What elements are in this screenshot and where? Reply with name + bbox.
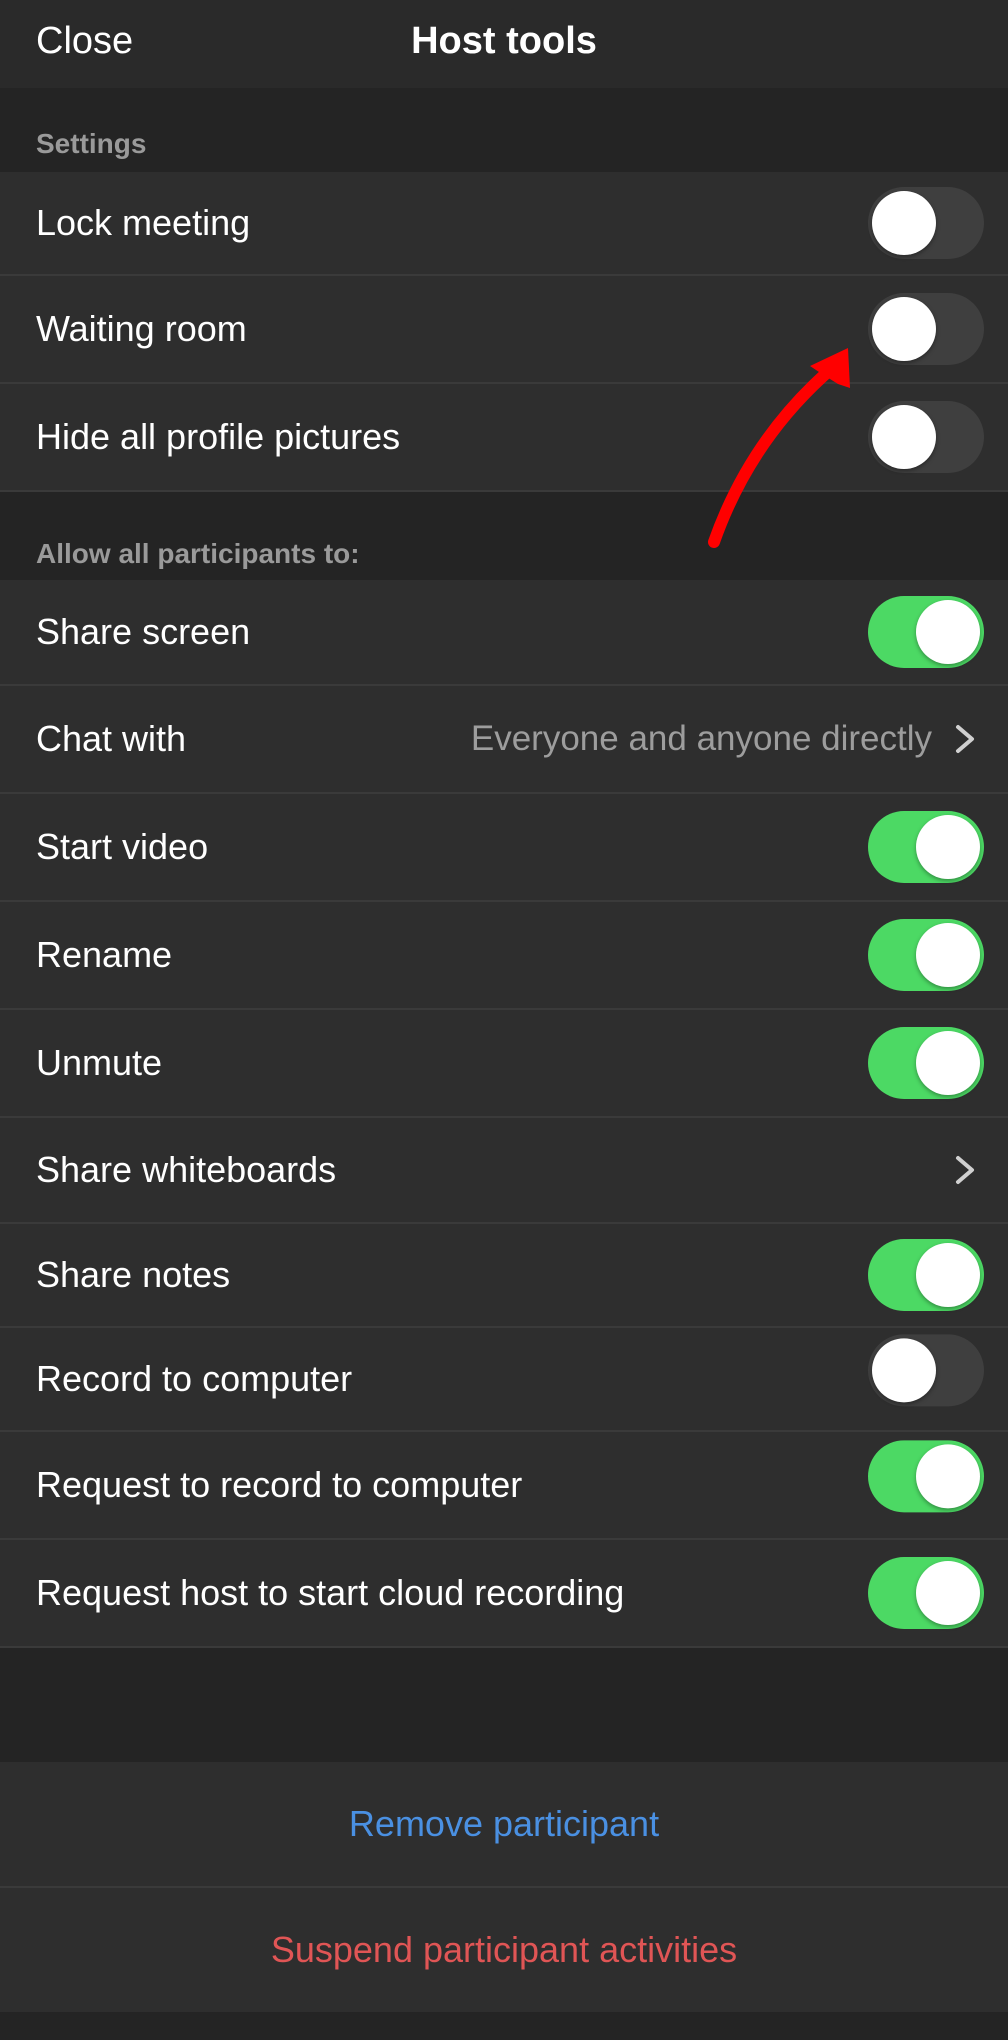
toggle-knob (916, 1031, 980, 1095)
request-cloud-recording-label: Request host to start cloud recording (36, 1572, 625, 1613)
start-video-toggle[interactable] (868, 811, 984, 883)
share-notes-toggle[interactable] (868, 1239, 984, 1311)
waiting-room-label: Waiting room (36, 308, 247, 349)
toggle-knob (872, 405, 936, 469)
toggle-knob (916, 1243, 980, 1307)
toggle-knob (916, 1561, 980, 1625)
row-chat-with[interactable]: Chat with Everyone and anyone directly (0, 686, 1008, 794)
chevron-right-icon (956, 1156, 974, 1184)
toggle-knob (916, 1444, 980, 1509)
remove-participant-button[interactable]: Remove participant (0, 1762, 1008, 1886)
settings-section-label: Settings (36, 128, 147, 159)
toggle-knob (872, 1338, 936, 1403)
row-unmute: Unmute (0, 1010, 1008, 1118)
unmute-toggle[interactable] (868, 1027, 984, 1099)
red-arrow-annotation-icon (708, 348, 850, 548)
toggle-knob (916, 600, 980, 664)
row-request-cloud-recording: Request host to start cloud recording (0, 1540, 1008, 1648)
row-request-record: Request to record to computer (0, 1432, 1008, 1540)
record-to-computer-label: Record to computer (36, 1358, 353, 1399)
lock-meeting-toggle[interactable] (868, 187, 984, 259)
record-to-computer-toggle[interactable] (868, 1334, 984, 1407)
row-lock-meeting: Lock meeting (0, 172, 1008, 276)
hide-profile-pictures-label: Hide all profile pictures (36, 416, 401, 457)
request-record-label: Request to record to computer (36, 1464, 523, 1505)
participants-section-label: Allow all participants to: (36, 538, 360, 569)
waiting-room-toggle[interactable] (868, 293, 984, 365)
share-whiteboards-label: Share whiteboards (36, 1149, 337, 1190)
rename-label: Rename (36, 934, 173, 975)
toggle-knob (872, 297, 936, 361)
toggle-knob (916, 815, 980, 879)
hide-profile-pictures-toggle[interactable] (868, 401, 984, 473)
suspend-activities-button[interactable]: Suspend participant activities (0, 1888, 1008, 2012)
request-record-toggle[interactable] (868, 1440, 984, 1513)
request-cloud-recording-toggle[interactable] (868, 1557, 984, 1629)
chat-with-value: Everyone and anyone directly (470, 719, 932, 758)
chat-with-label: Chat with (36, 718, 187, 759)
row-share-screen: Share screen (0, 580, 1008, 686)
row-record-to-computer: Record to computer (0, 1328, 1008, 1432)
toggle-knob (872, 191, 936, 255)
row-share-notes: Share notes (0, 1224, 1008, 1328)
chevron-right-icon (956, 725, 974, 753)
header-bar: Close Host tools (0, 0, 1008, 88)
start-video-label: Start video (36, 826, 209, 867)
row-share-whiteboards[interactable]: Share whiteboards (0, 1118, 1008, 1224)
unmute-label: Unmute (36, 1042, 163, 1083)
page-title: Host tools (411, 20, 597, 62)
row-rename: Rename (0, 902, 1008, 1010)
rename-toggle[interactable] (868, 919, 984, 991)
share-screen-toggle[interactable] (868, 596, 984, 668)
lock-meeting-label: Lock meeting (36, 202, 251, 243)
share-screen-label: Share screen (36, 611, 251, 652)
toggle-knob (916, 923, 980, 987)
share-notes-label: Share notes (36, 1254, 231, 1295)
row-start-video: Start video (0, 794, 1008, 902)
